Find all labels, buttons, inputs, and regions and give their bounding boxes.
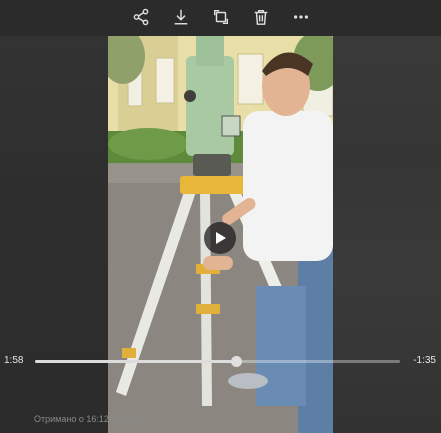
background-blur-right — [333, 36, 441, 433]
received-timestamp: Отримано о 16:12 Вівторок — [34, 414, 147, 424]
progress-fill — [35, 360, 236, 363]
download-icon — [174, 9, 187, 25]
crop-rotate-icon — [213, 9, 228, 25]
progress-bar[interactable] — [35, 356, 400, 367]
more-icon — [293, 15, 308, 19]
share-button[interactable] — [129, 5, 153, 29]
progress-scrubber-handle[interactable] — [230, 356, 242, 367]
share-icon — [133, 8, 148, 26]
top-toolbar — [0, 0, 441, 34]
crop-rotate-button[interactable] — [209, 5, 233, 29]
time-elapsed: 1:58 — [4, 355, 24, 366]
play-icon — [216, 232, 226, 244]
background-blur-left — [0, 36, 108, 433]
download-button[interactable] — [169, 5, 193, 29]
delete-button[interactable] — [249, 5, 273, 29]
more-button[interactable] — [289, 5, 313, 29]
time-remaining: -1:35 — [413, 355, 436, 366]
video-frame[interactable] — [108, 36, 333, 433]
play-button[interactable] — [204, 222, 236, 254]
trash-icon — [254, 9, 267, 25]
